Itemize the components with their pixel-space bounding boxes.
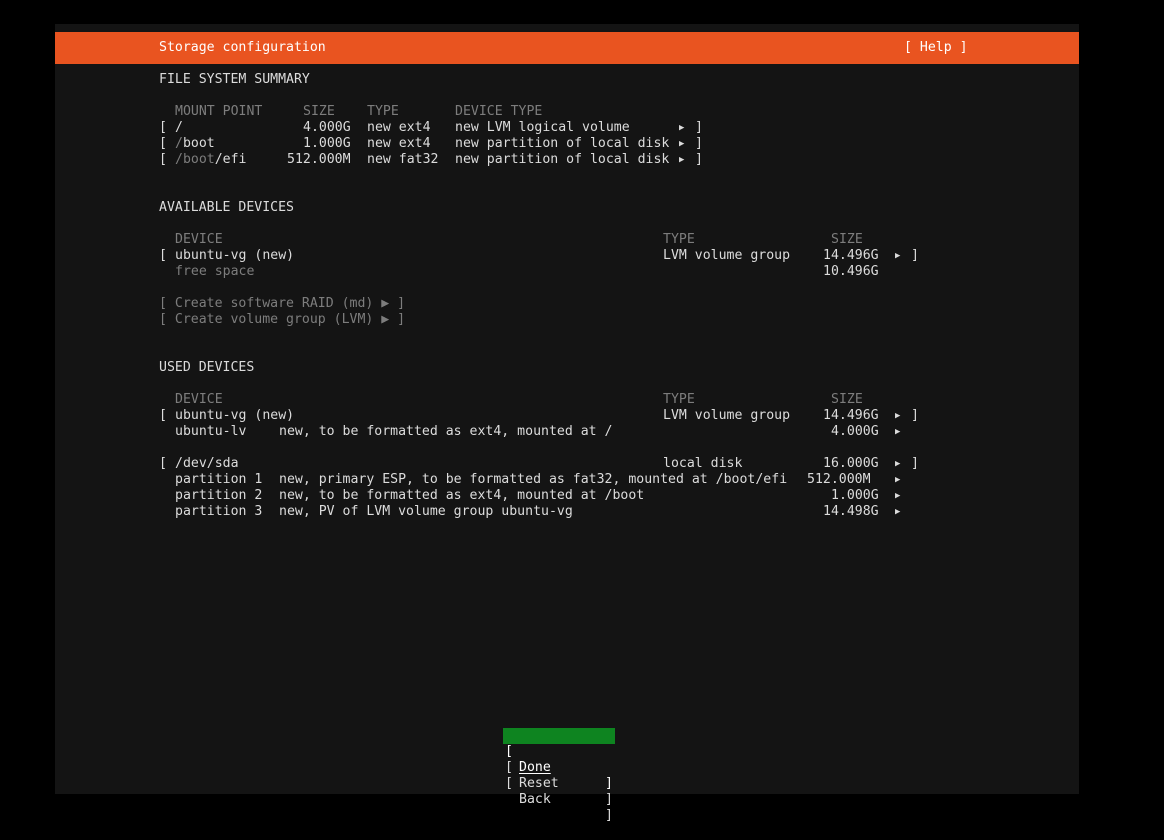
bracket-open: [ (159, 136, 167, 151)
back-button[interactable]: [ Back ] (503, 760, 615, 823)
lv-description: new, to be formatted as ext4, mounted at… (279, 424, 613, 439)
fs-type: new ext4 (367, 120, 431, 135)
partition-row[interactable]: partition 2 new, to be formatted as ext4… (159, 488, 1059, 504)
arrow-right-icon: ▶ (895, 491, 901, 501)
arrow-right-icon: ▶ (895, 427, 901, 437)
bracket-close: ] (911, 456, 919, 471)
fs-device-type: new partition of local disk (455, 136, 670, 151)
arrow-right-icon: ▶ (895, 251, 901, 261)
col-size: SIZE (831, 392, 863, 407)
done-button[interactable]: [ Done ] (503, 728, 615, 791)
create-raid-button[interactable]: [ Create software RAID (md) ▶ ] (159, 296, 405, 312)
partition-name: partition 2 (175, 488, 263, 503)
arrow-right-icon: ▶ (895, 507, 901, 517)
reset-button[interactable]: [ Reset ] (503, 744, 615, 807)
partition-row[interactable]: partition 3 new, PV of LVM volume group … (159, 504, 1059, 520)
used-lv-row[interactable]: ubuntu-lv new, to be formatted as ext4, … (159, 424, 1059, 440)
arrow-right-icon: ▶ (895, 459, 901, 469)
fs-size: 4.000G (303, 120, 351, 135)
col-device-type: DEVICE TYPE (455, 104, 543, 119)
col-type: TYPE (663, 392, 695, 407)
partition-description: new, PV of LVM volume group ubuntu-vg (279, 504, 573, 519)
col-type: TYPE (367, 104, 399, 119)
lv-name: ubuntu-lv (175, 424, 247, 439)
bracket-close: ] (695, 120, 703, 135)
partition-name: partition 1 (175, 472, 263, 487)
device-type: LVM volume group (663, 408, 791, 423)
installer-screen: Storage configuration [ Help ] FILE SYST… (55, 24, 1079, 823)
disk-size: 16.000G (823, 456, 879, 471)
bracket-open: [ (159, 152, 167, 167)
col-type: TYPE (663, 232, 695, 247)
device-name: ubuntu-vg (new) (175, 408, 295, 423)
free-space-label: free space (175, 264, 255, 279)
disk-type: local disk (663, 456, 743, 471)
used-devices-heading: USED DEVICES (159, 360, 255, 375)
mount-point: /boot/efi (175, 152, 247, 167)
device-name: ubuntu-vg (new) (175, 248, 295, 263)
fs-row-root[interactable]: [ / 4.000G new ext4 new LVM logical volu… (159, 120, 1059, 136)
partition-size: 1.000G (831, 488, 879, 503)
partition-name: partition 3 (175, 504, 263, 519)
fs-row-boot[interactable]: [ /boot 1.000G new ext4 new partition of… (159, 136, 1059, 152)
mount-point: / (175, 120, 183, 135)
fs-size: 512.000M (287, 152, 351, 167)
available-header: DEVICE TYPE SIZE (159, 232, 1059, 248)
fs-type: new ext4 (367, 136, 431, 151)
used-header: DEVICE TYPE SIZE (159, 392, 1059, 408)
bracket-open: [ (159, 120, 167, 135)
col-device: DEVICE (175, 392, 223, 407)
used-vg-row[interactable]: [ ubuntu-vg (new) LVM volume group 14.49… (159, 408, 1059, 424)
bracket-close: ] (911, 248, 919, 263)
bracket-close: ] (695, 152, 703, 167)
partition-description: new, to be formatted as ext4, mounted at… (279, 488, 645, 503)
create-volume-group-button[interactable]: [ Create volume group (LVM) ▶ ] (159, 312, 405, 328)
fs-size: 1.000G (303, 136, 351, 151)
device-size: 14.496G (823, 248, 879, 263)
title-bar: Storage configuration [ Help ] (55, 32, 1079, 64)
partition-row[interactable]: partition 1 new, primary ESP, to be form… (159, 472, 1059, 488)
fs-device-type: new partition of local disk (455, 152, 670, 167)
fs-summary-header: MOUNT POINT SIZE TYPE DEVICE TYPE (159, 104, 1059, 120)
available-devices-heading: AVAILABLE DEVICES (159, 200, 294, 215)
bracket-open: [ (159, 408, 167, 423)
page-title: Storage configuration (159, 40, 326, 55)
col-size: SIZE (831, 232, 863, 247)
arrow-right-icon: ▶ (679, 155, 685, 165)
col-size: SIZE (303, 104, 335, 119)
arrow-right-icon: ▶ (679, 123, 685, 133)
disk-name: /dev/sda (175, 456, 239, 471)
bracket-close: ] (695, 136, 703, 151)
partition-size: 512.000M (807, 472, 871, 487)
arrow-right-icon: ▶ (895, 475, 901, 485)
col-mount-point: MOUNT POINT (175, 104, 263, 119)
arrow-right-icon: ▶ (679, 139, 685, 149)
arrow-right-icon: ▶ (895, 411, 901, 421)
device-size: 14.496G (823, 408, 879, 423)
free-space-size: 10.496G (823, 264, 879, 279)
device-type: LVM volume group (663, 248, 791, 263)
col-device: DEVICE (175, 232, 223, 247)
fs-row-efi[interactable]: [ /boot/efi 512.000M new fat32 new parti… (159, 152, 1059, 168)
bracket-open: [ (159, 248, 167, 263)
partition-description: new, primary ESP, to be formatted as fat… (279, 472, 788, 487)
help-button[interactable]: [ Help ] (904, 40, 968, 56)
used-disk-row[interactable]: [ /dev/sda local disk 16.000G ▶ ] (159, 456, 1059, 472)
fs-type: new fat32 (367, 152, 439, 167)
fs-summary-heading: FILE SYSTEM SUMMARY (159, 72, 310, 87)
mount-point: /boot (175, 136, 215, 151)
free-space-row: free space 10.496G (159, 264, 1059, 280)
bracket-open: [ (159, 456, 167, 471)
back-label: Back (519, 792, 551, 807)
partition-size: 14.498G (823, 504, 879, 519)
fs-device-type: new LVM logical volume (455, 120, 630, 135)
bracket-close: ] (911, 408, 919, 423)
available-vg-row[interactable]: [ ubuntu-vg (new) LVM volume group 14.49… (159, 248, 1059, 264)
lv-size: 4.000G (831, 424, 879, 439)
